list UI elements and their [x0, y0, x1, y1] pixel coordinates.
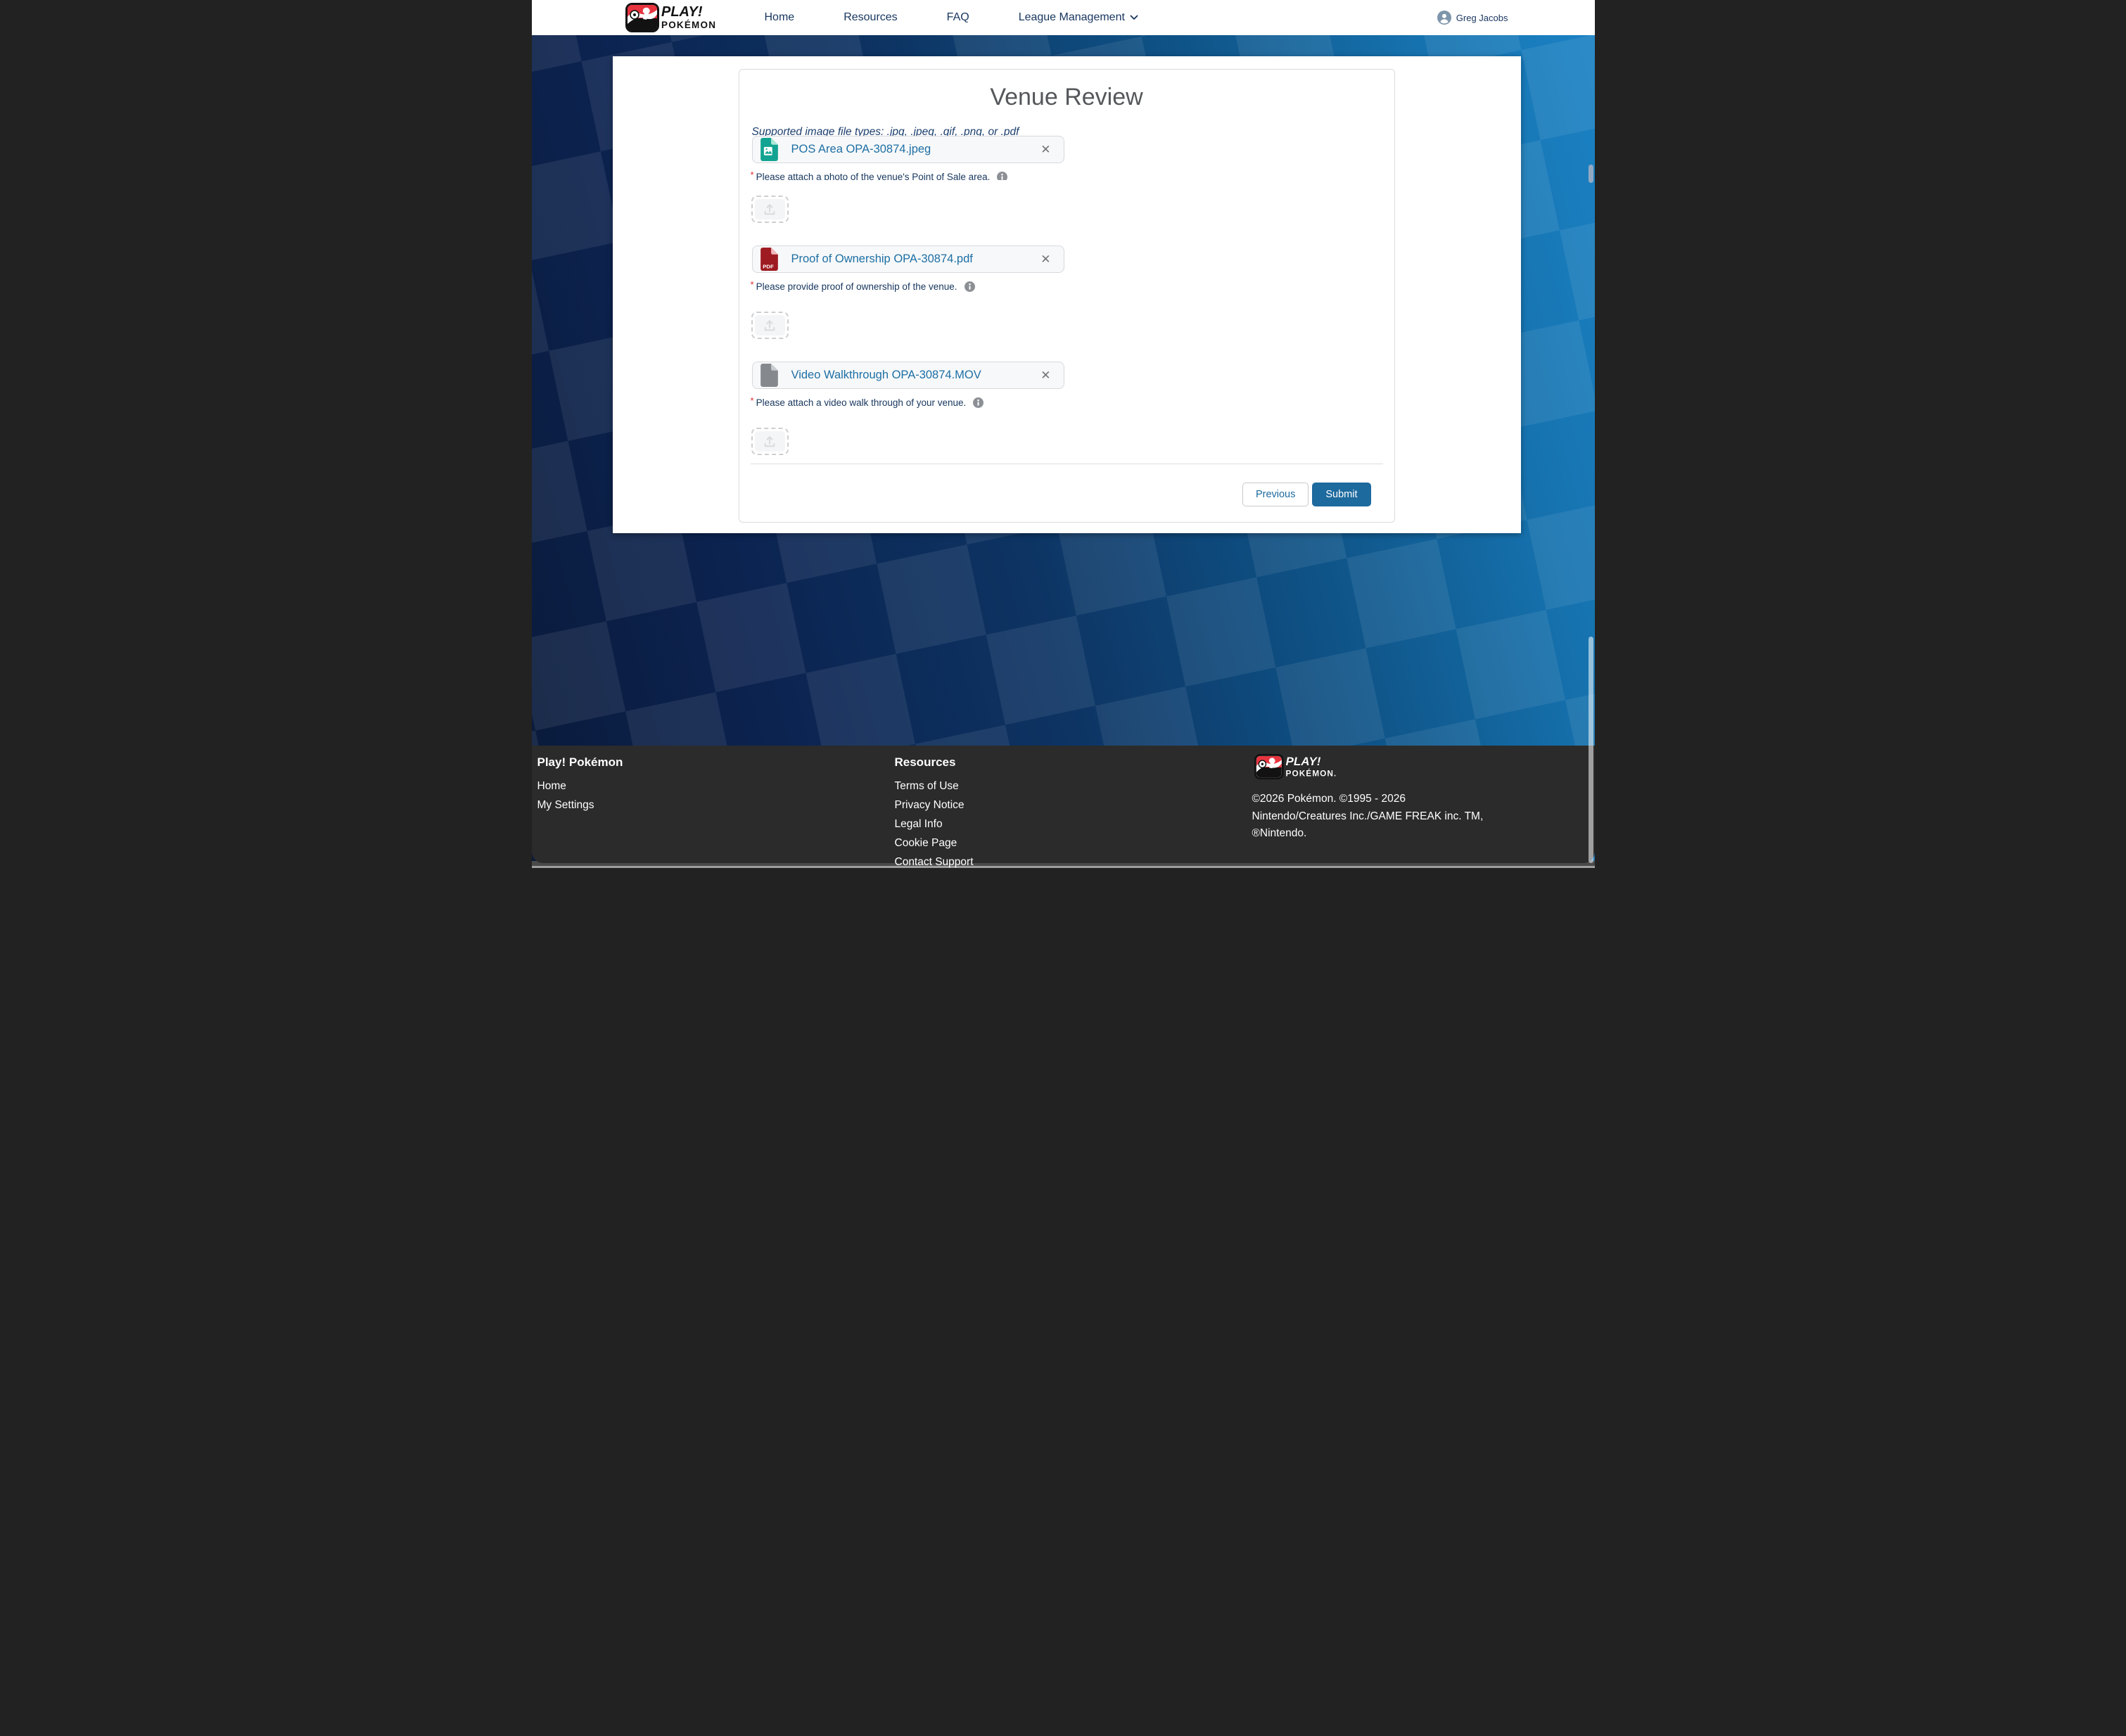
top-navigation: PLAY! POKÉMON Home Resources FAQ League … — [532, 0, 1595, 35]
chevron-down-icon — [1130, 15, 1138, 20]
nav-item-resources-label: Resources — [844, 11, 897, 24]
required-asterisk: * — [751, 172, 754, 180]
nav-item-home-label: Home — [765, 11, 795, 24]
copyright-line-3: ®Nintendo. — [1252, 825, 1484, 843]
footer-link-home[interactable]: Home — [537, 780, 623, 793]
remove-file-button[interactable]: ✕ — [1038, 252, 1053, 267]
remove-file-button[interactable]: ✕ — [1038, 368, 1053, 383]
page-scrollbar-thumb[interactable] — [1589, 637, 1593, 863]
nav-item-faq-label: FAQ — [947, 11, 969, 24]
logo-text-play: PLAY! — [661, 4, 703, 20]
info-icon[interactable] — [965, 281, 975, 292]
file-link[interactable]: POS Area OPA-30874.jpeg — [791, 143, 1038, 156]
avatar-icon — [1437, 11, 1451, 25]
footer-link-my-settings[interactable]: My Settings — [537, 799, 623, 812]
bottom-edge-line — [532, 866, 1595, 868]
attachment-card-proof-of-ownership: PDF Proof of Ownership OPA-30874.pdf ✕ — [752, 245, 1064, 273]
file-link[interactable]: Video Walkthrough OPA-30874.MOV — [791, 369, 1038, 382]
required-asterisk: * — [751, 395, 754, 406]
footer-column-resources: Resources Terms of Use Privacy Notice Le… — [895, 755, 974, 868]
footer-link-legal-info[interactable]: Legal Info — [895, 818, 974, 831]
user-menu[interactable]: Greg Jacobs — [1437, 11, 1508, 25]
main-menu: Home Resources FAQ League Management — [765, 11, 1138, 24]
nav-item-resources[interactable]: Resources — [844, 11, 897, 24]
file-link[interactable]: Proof of Ownership OPA-30874.pdf — [791, 253, 1038, 266]
play-pokemon-logo[interactable]: PLAY! POKÉMON — [625, 3, 732, 32]
upload-button[interactable] — [755, 431, 785, 452]
upload-icon — [763, 319, 776, 332]
footer: Play! Pokémon Home My Settings Resources… — [532, 746, 1595, 863]
info-icon[interactable] — [973, 397, 984, 408]
requirement-caption: * Please attach a photo of the venue's P… — [751, 172, 1383, 180]
requirement-text: Please attach a photo of the venue's Poi… — [756, 172, 991, 180]
page-title: Venue Review — [739, 84, 1394, 111]
upload-icon — [763, 203, 776, 216]
nav-item-faq[interactable]: FAQ — [947, 11, 969, 24]
nav-item-home[interactable]: Home — [765, 11, 795, 24]
attachment-card-pos-area: POS Area OPA-30874.jpeg ✕ — [752, 136, 1064, 163]
logo-text-pokemon: POKÉMON — [661, 20, 716, 30]
requirement-caption: * Please attach a video walk through of … — [751, 397, 1383, 408]
footer-link-privacy-notice[interactable]: Privacy Notice — [895, 799, 974, 812]
venue-review-card: Venue Review Supported image file types:… — [739, 69, 1395, 523]
requirement-text: Please attach a video walk through of yo… — [756, 397, 967, 408]
content-panel: Venue Review Supported image file types:… — [613, 56, 1521, 533]
footer-heading: Play! Pokémon — [537, 755, 623, 770]
generic-file-icon — [760, 363, 779, 388]
copyright-line-2: Nintendo/Creatures Inc./GAME FREAK inc. … — [1252, 808, 1484, 826]
required-asterisk: * — [751, 279, 754, 290]
footer-link-terms-of-use[interactable]: Terms of Use — [895, 780, 974, 793]
footer-play-pokemon-logo: PLAY! POKÉMON. — [1252, 754, 1358, 779]
upload-dropzone[interactable] — [751, 312, 789, 339]
footer-link-cookie-page[interactable]: Cookie Page — [895, 837, 974, 850]
pdf-file-icon: PDF — [760, 247, 779, 272]
upload-button[interactable] — [755, 315, 785, 336]
page: PLAY! POKÉMON Home Resources FAQ League … — [532, 0, 1595, 868]
footer-column-play-pokemon: Play! Pokémon Home My Settings — [537, 755, 623, 818]
form-actions: Previous Submit — [1242, 483, 1371, 506]
info-icon[interactable] — [997, 172, 1007, 180]
footer-heading: Resources — [895, 755, 974, 770]
pdf-icon-label: PDF — [763, 263, 774, 269]
image-file-icon — [760, 137, 779, 162]
upload-button[interactable] — [755, 199, 785, 219]
upload-icon — [763, 435, 776, 448]
footer-column-legal: PLAY! POKÉMON. ©2026 Pokémon. ©1995 - 20… — [1252, 754, 1484, 843]
copyright-line-1: ©2026 Pokémon. ©1995 - 2026 — [1252, 791, 1484, 808]
submit-button[interactable]: Submit — [1312, 483, 1370, 506]
play-pokemon-logo-icon: PLAY! POKÉMON — [625, 3, 732, 32]
requirement-text: Please provide proof of ownership of the… — [756, 281, 957, 292]
upload-dropzone[interactable] — [751, 196, 789, 223]
requirement-caption: * Please provide proof of ownership of t… — [751, 281, 1383, 292]
copyright-text: ©2026 Pokémon. ©1995 - 2026 Nintendo/Cre… — [1252, 791, 1484, 843]
nav-item-league-management[interactable]: League Management — [1019, 11, 1138, 24]
user-name: Greg Jacobs — [1456, 13, 1508, 23]
attachment-card-video-walkthrough: Video Walkthrough OPA-30874.MOV ✕ — [752, 362, 1064, 389]
upload-dropzone[interactable] — [751, 428, 789, 455]
footer-link-contact-support[interactable]: Contact Support — [895, 856, 974, 868]
nav-item-league-management-label: League Management — [1019, 11, 1125, 24]
remove-file-button[interactable]: ✕ — [1038, 142, 1053, 157]
previous-button[interactable]: Previous — [1242, 483, 1309, 506]
footer-logo-text-pokemon: POKÉMON. — [1285, 768, 1337, 778]
inner-scrollbar-thumb[interactable] — [1589, 165, 1593, 183]
footer-logo-text-play: PLAY! — [1285, 755, 1320, 768]
